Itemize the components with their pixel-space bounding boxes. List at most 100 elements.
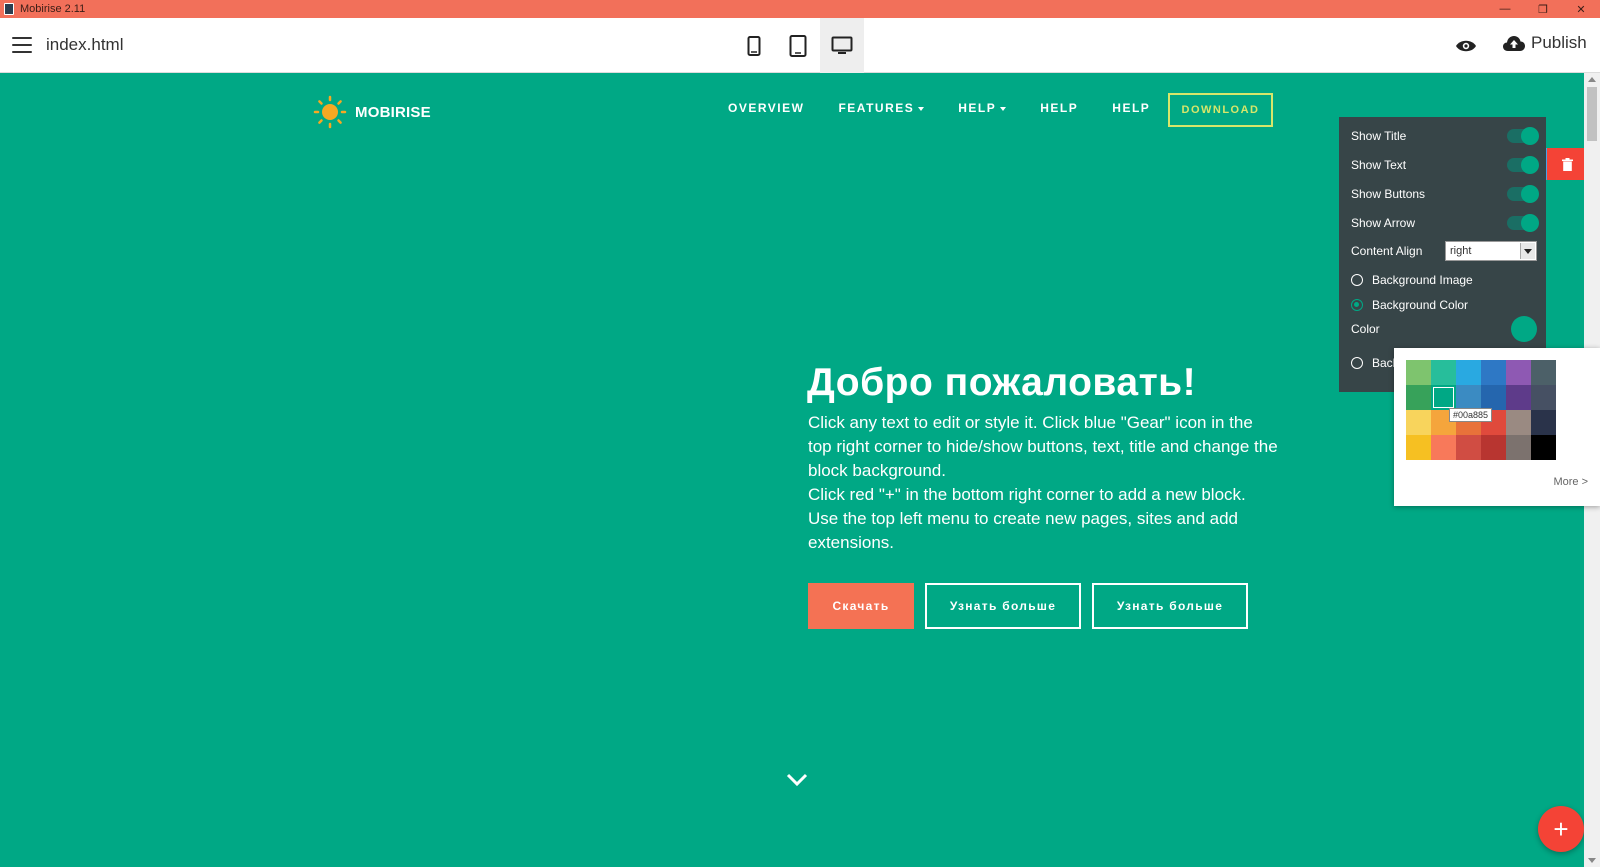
- color-swatch[interactable]: [1506, 410, 1531, 435]
- delete-block-button[interactable]: [1547, 148, 1584, 180]
- plus-icon: +: [1553, 813, 1569, 844]
- show-buttons-label: Show Buttons: [1351, 187, 1426, 201]
- show-arrow-label: Show Arrow: [1351, 216, 1416, 230]
- caret-down-icon: [918, 107, 925, 111]
- show-buttons-toggle[interactable]: [1507, 185, 1539, 203]
- desktop-view-button[interactable]: [820, 18, 864, 73]
- color-swatch[interactable]: [1431, 435, 1456, 460]
- color-swatch[interactable]: [1481, 385, 1506, 410]
- preview-eye-icon[interactable]: [1455, 35, 1477, 57]
- learn-more-button-1[interactable]: Узнать больше: [925, 583, 1081, 629]
- device-switcher: [732, 18, 864, 73]
- color-swatch[interactable]: [1531, 435, 1556, 460]
- content-align-select[interactable]: right: [1445, 241, 1537, 261]
- nav-help-dropdown[interactable]: HELP: [958, 101, 1007, 115]
- trash-icon: [1562, 157, 1573, 171]
- color-picker-swatch[interactable]: [1511, 316, 1537, 342]
- learn-more-button-2[interactable]: Узнать больше: [1092, 583, 1248, 629]
- hero-buttons: Скачать Узнать больше Узнать больше: [808, 583, 1259, 629]
- app-icon: [4, 3, 14, 15]
- show-title-toggle[interactable]: [1507, 127, 1539, 145]
- bg-color-option[interactable]: Background Color: [1351, 298, 1468, 312]
- show-title-row: Show Title: [1351, 127, 1539, 145]
- color-swatch[interactable]: [1531, 385, 1556, 410]
- color-swatch[interactable]: [1481, 435, 1506, 460]
- more-colors-link[interactable]: More >: [1553, 476, 1588, 488]
- bg-image-label: Background Image: [1372, 273, 1473, 287]
- nav-overview[interactable]: OVERVIEW: [728, 101, 804, 115]
- color-tooltip: #00a885: [1449, 408, 1493, 422]
- bg-video-radio[interactable]: [1351, 357, 1363, 369]
- site-logo[interactable]: MOBIRISE: [313, 95, 431, 129]
- tablet-icon: [789, 34, 807, 57]
- nav-help-2[interactable]: HELP: [1040, 101, 1078, 115]
- color-swatch[interactable]: [1431, 385, 1456, 410]
- bg-color-radio[interactable]: [1351, 299, 1363, 311]
- window-title-bar: Mobirise 2.11 — ❐ ✕: [0, 0, 1600, 18]
- document-title: index.html: [46, 35, 124, 54]
- hero-text[interactable]: Click any text to edit or style it. Clic…: [808, 411, 1278, 555]
- color-swatch[interactable]: [1456, 435, 1481, 460]
- mobile-view-button[interactable]: [732, 18, 776, 73]
- bg-color-label: Background Color: [1372, 298, 1469, 312]
- color-swatch[interactable]: [1406, 435, 1431, 460]
- scroll-down-button-icon[interactable]: [1588, 858, 1596, 863]
- window-controls: — ❐ ✕: [1486, 0, 1600, 18]
- color-row: Color: [1351, 316, 1537, 342]
- color-swatch[interactable]: [1506, 385, 1531, 410]
- hero-title[interactable]: Добро пожаловать!: [807, 361, 1196, 405]
- sun-logo-icon: [313, 95, 347, 129]
- color-swatch[interactable]: [1456, 360, 1481, 385]
- color-swatch[interactable]: [1481, 360, 1506, 385]
- minimize-button[interactable]: —: [1486, 0, 1524, 18]
- close-window-button[interactable]: ✕: [1562, 0, 1600, 18]
- nav-features[interactable]: FEATURES: [838, 101, 925, 115]
- tablet-view-button[interactable]: [776, 18, 820, 73]
- color-swatch[interactable]: [1506, 435, 1531, 460]
- color-swatch[interactable]: [1406, 410, 1431, 435]
- content-align-label: Content Align: [1351, 244, 1423, 258]
- content-align-value: right: [1450, 245, 1472, 257]
- color-swatch[interactable]: [1406, 385, 1431, 410]
- nav-help-3[interactable]: HELP: [1112, 101, 1150, 115]
- hero-paragraph: Click any text to edit or style it. Clic…: [808, 413, 1278, 480]
- bg-image-option[interactable]: Background Image: [1351, 273, 1473, 287]
- bg-image-radio[interactable]: [1351, 274, 1363, 286]
- publish-button[interactable]: Publish: [1502, 33, 1587, 53]
- color-swatch[interactable]: [1431, 360, 1456, 385]
- bg-video-option[interactable]: Back: [1351, 356, 1399, 370]
- caret-down-icon: [1000, 107, 1007, 111]
- window-title: Mobirise 2.11: [20, 3, 86, 15]
- desktop-icon: [831, 36, 853, 54]
- color-swatch[interactable]: [1506, 360, 1531, 385]
- color-swatch[interactable]: [1456, 385, 1481, 410]
- menu-icon[interactable]: [12, 37, 32, 53]
- restore-button[interactable]: ❐: [1524, 0, 1562, 18]
- show-buttons-row: Show Buttons: [1351, 185, 1539, 203]
- download-ru-button[interactable]: Скачать: [808, 583, 914, 629]
- phone-icon: [747, 35, 761, 56]
- add-block-button[interactable]: +: [1538, 806, 1584, 852]
- show-text-toggle[interactable]: [1507, 156, 1539, 174]
- show-text-row: Show Text: [1351, 156, 1539, 174]
- app-toolbar: index.html Publish: [0, 18, 1600, 73]
- content-align-row: Content Align right: [1351, 241, 1537, 261]
- site-brand-name: MOBIRISE: [355, 103, 431, 121]
- hero-paragraph: Click red "+" in the bottom right corner…: [808, 485, 1246, 552]
- color-swatch[interactable]: [1406, 360, 1431, 385]
- scroll-up-arrow-icon[interactable]: [1588, 77, 1596, 82]
- show-title-label: Show Title: [1351, 129, 1407, 143]
- color-label: Color: [1351, 322, 1380, 336]
- cloud-upload-icon: [1503, 35, 1525, 51]
- show-arrow-row: Show Arrow: [1351, 214, 1539, 232]
- color-swatch[interactable]: [1531, 410, 1556, 435]
- show-arrow-toggle[interactable]: [1507, 214, 1539, 232]
- color-palette-popover: #00a885 More >: [1394, 348, 1600, 506]
- scrollbar-thumb[interactable]: [1587, 87, 1597, 141]
- site-nav: OVERVIEW FEATURES HELP HELP HELP: [728, 101, 1184, 115]
- color-swatch[interactable]: [1531, 360, 1556, 385]
- scroll-down-arrow-icon[interactable]: [786, 773, 808, 792]
- download-button[interactable]: DOWNLOAD: [1168, 93, 1273, 127]
- publish-label: Publish: [1531, 33, 1587, 52]
- chevron-down-icon: [1520, 243, 1535, 259]
